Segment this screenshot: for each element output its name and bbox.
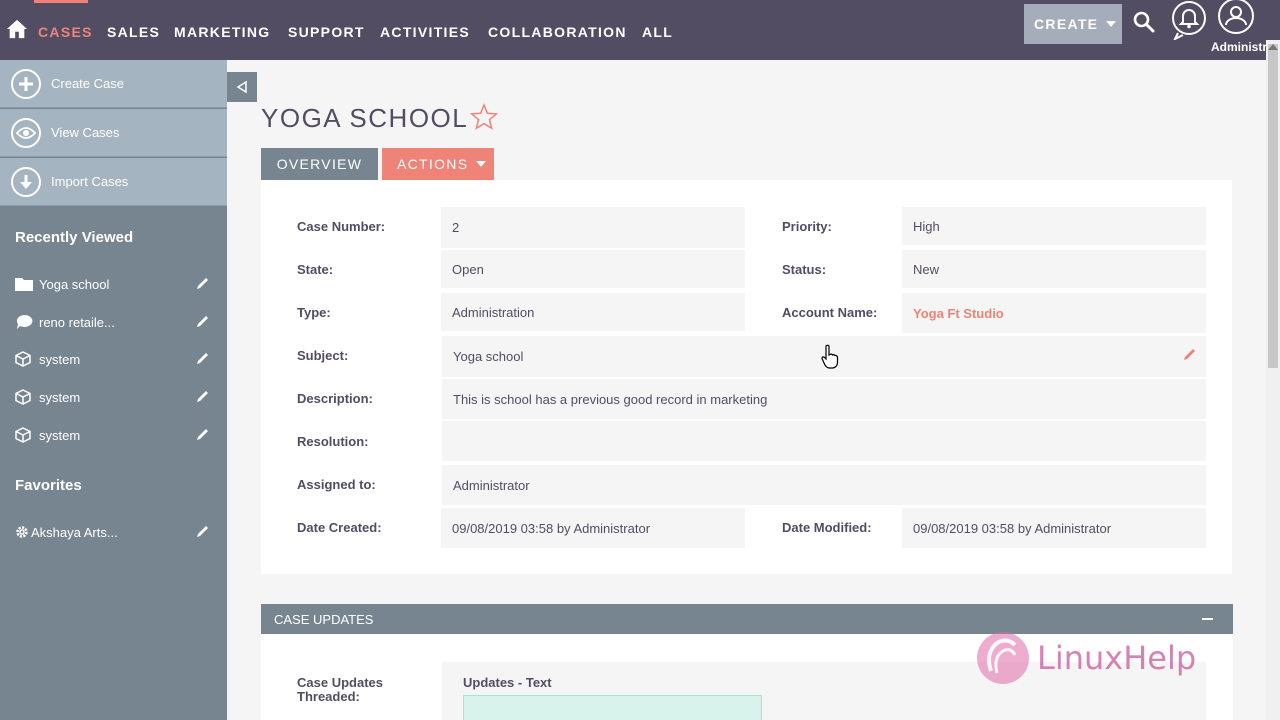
case-updates-threaded-label: Case Updates Threaded: [297, 675, 383, 704]
type-label: Type: [297, 305, 331, 320]
sidebar-action-label: View Cases [51, 125, 120, 140]
recently-viewed-item[interactable]: system [15, 387, 215, 407]
favorite-star-icon[interactable] [470, 103, 498, 131]
recently-viewed-label: system [39, 351, 81, 367]
description-value[interactable]: This is school has a previous good recor… [442, 379, 1206, 419]
tab-overview-label: OVERVIEW [276, 156, 363, 172]
case-number-value[interactable]: 2 [441, 207, 745, 248]
hand-cursor-icon [821, 344, 839, 369]
updates-text-label: Updates - Text [463, 675, 552, 690]
chevron-down-icon [476, 161, 487, 167]
sidebar: Create Case View Cases Import Cases Rece… [0, 60, 227, 720]
state-label: State: [297, 262, 334, 277]
tab-overview[interactable]: OVERVIEW [261, 148, 378, 180]
status-value[interactable]: New [902, 250, 1206, 288]
priority-value[interactable]: High [902, 207, 1206, 245]
account-name-link[interactable]: Yoga Ft Studio [902, 293, 1206, 333]
nav-all[interactable]: ALL [642, 24, 673, 40]
create-button[interactable]: CREATE [1024, 4, 1122, 44]
cube-icon [15, 427, 33, 443]
recently-viewed-label: reno retaile... [39, 314, 115, 330]
recently-viewed-label: Yoga school [39, 276, 110, 292]
case-number-label: Case Number: [297, 219, 386, 234]
user-avatar-icon[interactable] [1216, 0, 1256, 36]
edit-pencil-icon[interactable] [1183, 347, 1197, 361]
notifications-bell-icon[interactable] [1170, 0, 1208, 40]
page-title: YOGA SCHOOL [261, 103, 469, 133]
recently-viewed-item[interactable]: reno retaile... [15, 312, 215, 332]
sidebar-view-cases[interactable]: View Cases [0, 109, 227, 157]
user-name[interactable]: Administrator [1211, 40, 1271, 54]
home-icon[interactable] [6, 18, 28, 40]
date-created-value[interactable]: 09/08/2019 03:58 by Administrator [441, 508, 745, 548]
speech-bubble-icon [15, 314, 33, 330]
sidebar-action-label: Create Case [51, 76, 124, 91]
edit-pencil-icon[interactable] [196, 524, 210, 538]
linuxhelp-logo-icon [977, 632, 1029, 684]
cube-icon [15, 351, 33, 367]
watermark-text: LinuxHelp [1037, 639, 1197, 677]
date-modified-value[interactable]: 09/08/2019 03:58 by Administrator [902, 508, 1206, 548]
sidebar-collapse-button[interactable] [227, 72, 257, 102]
cube-icon [15, 389, 33, 405]
arrow-down-icon [11, 166, 41, 197]
recently-viewed-item[interactable]: system [15, 425, 215, 445]
top-navbar: CASES SALES MARKETING SUPPORT ACTIVITIES… [0, 0, 1280, 60]
sidebar-action-label: Import Cases [51, 174, 129, 189]
date-created-label: Date Created: [297, 520, 382, 535]
recently-viewed-item[interactable]: Yoga school [15, 274, 215, 294]
date-modified-label: Date Modified: [782, 520, 872, 535]
favorites-label: Akshaya Arts... [31, 524, 118, 540]
case-updates-title: CASE UPDATES [274, 611, 374, 627]
priority-label: Priority: [782, 219, 832, 234]
edit-pencil-icon[interactable] [196, 389, 210, 403]
recently-viewed-heading: Recently Viewed [15, 229, 134, 246]
favorites-item[interactable]: Akshaya Arts... [15, 522, 215, 542]
sidebar-import-cases[interactable]: Import Cases [0, 158, 227, 206]
triangle-left-icon [236, 80, 247, 94]
account-name-label: Account Name: [782, 305, 878, 320]
resolution-value[interactable] [442, 421, 1206, 461]
updates-textarea[interactable] [463, 695, 762, 720]
nav-cases[interactable]: CASES [38, 24, 93, 40]
assigned-to-value[interactable]: Administrator [442, 465, 1206, 505]
assigned-to-label: Assigned to: [297, 477, 376, 492]
scrollbar-thumb[interactable] [1268, 44, 1278, 368]
nav-marketing[interactable]: MARKETING [174, 24, 270, 40]
scroll-up-arrow-icon[interactable] [1268, 44, 1278, 50]
gear-icon [15, 524, 31, 540]
recently-viewed-item[interactable]: system [15, 349, 215, 369]
folder-icon [15, 276, 33, 292]
plus-icon [11, 68, 41, 99]
search-icon[interactable] [1132, 10, 1156, 34]
status-label: Status: [782, 262, 827, 277]
sidebar-create-case[interactable]: Create Case [0, 60, 227, 108]
tab-actions-label: ACTIONS [397, 156, 469, 172]
watermark-logo: LinuxHelp [975, 628, 1235, 688]
edit-pencil-icon[interactable] [196, 276, 210, 290]
page-scrollbar[interactable] [1266, 40, 1280, 720]
edit-pencil-icon[interactable] [196, 351, 210, 365]
recently-viewed-label: system [39, 427, 81, 443]
type-value[interactable]: Administration [441, 293, 745, 331]
edit-pencil-icon[interactable] [196, 314, 210, 328]
edit-pencil-icon[interactable] [196, 427, 210, 441]
minus-icon[interactable] [1202, 618, 1213, 620]
nav-activities[interactable]: ACTIVITIES [380, 24, 470, 40]
chevron-down-icon [1106, 21, 1117, 27]
description-label: Description: [297, 391, 373, 406]
create-button-label: CREATE [1034, 16, 1099, 32]
favorites-heading: Favorites [15, 477, 82, 494]
recently-viewed-label: system [39, 389, 81, 405]
state-value[interactable]: Open [441, 250, 745, 288]
eye-icon [11, 117, 41, 148]
resolution-label: Resolution: [297, 434, 369, 449]
nav-collaboration[interactable]: COLLABORATION [488, 24, 627, 40]
nav-support[interactable]: SUPPORT [288, 24, 365, 40]
nav-active-indicator [34, 0, 88, 3]
nav-sales[interactable]: SALES [107, 24, 160, 40]
tab-actions[interactable]: ACTIONS [382, 148, 494, 180]
subject-label: Subject: [297, 348, 349, 363]
